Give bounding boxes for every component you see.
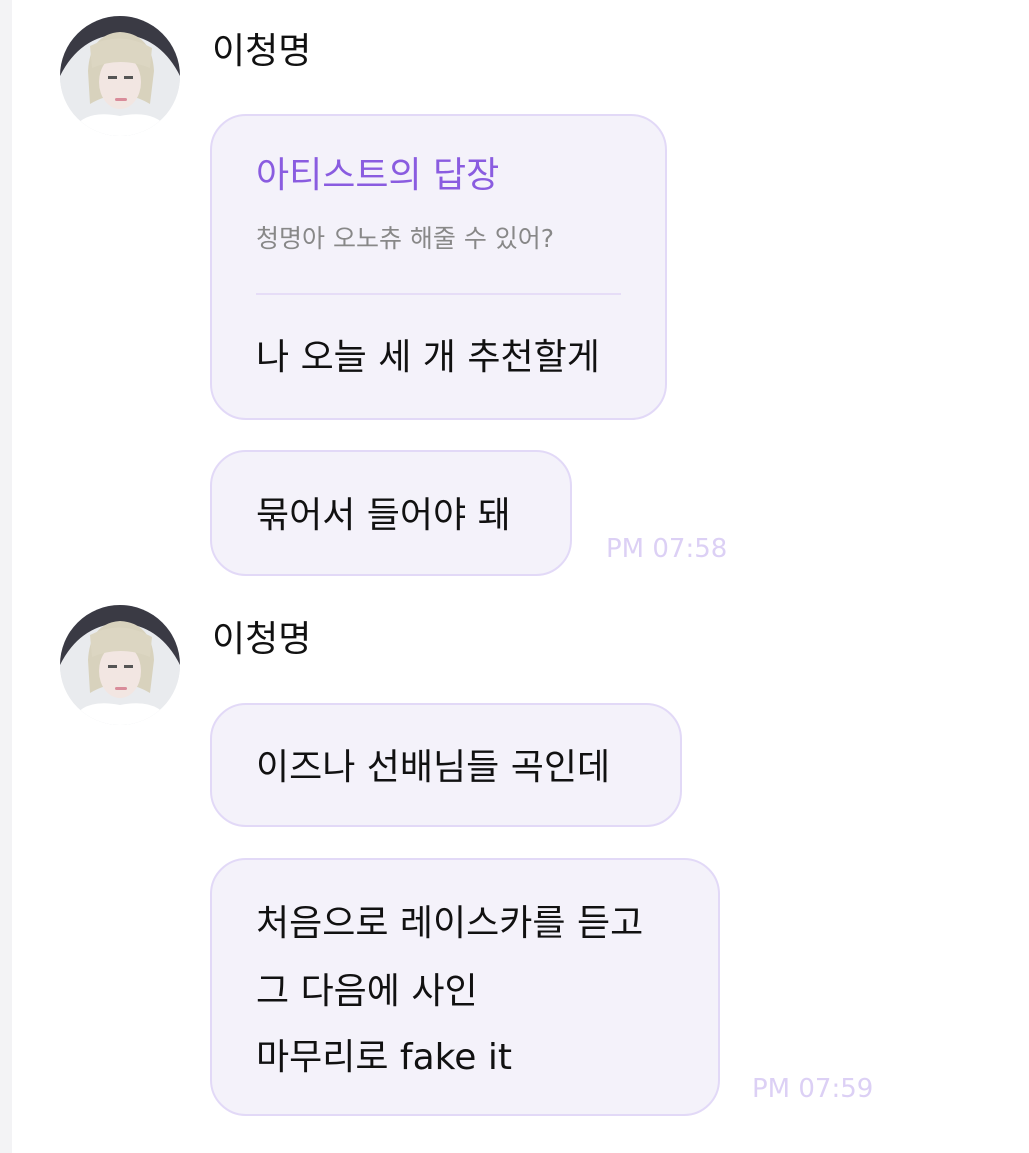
reply-bubble[interactable]: 아티스트의 답장 청명아 오노츄 해줄 수 있어? 나 오늘 세 개 추천할게 <box>210 114 667 420</box>
sender-name: 이청명 <box>212 31 312 72</box>
avatar-image <box>60 605 180 725</box>
avatar[interactable] <box>60 16 180 136</box>
message-line: 마무리로 fake it <box>256 1037 512 1078</box>
message-bubble[interactable]: 처음으로 레이스카를 듣고 그 다음에 사인 마무리로 fake it <box>210 858 720 1116</box>
reply-divider <box>256 293 621 295</box>
sender-name: 이청명 <box>212 619 312 660</box>
avatar[interactable] <box>60 605 180 725</box>
timestamp: PM 07:59 <box>752 1074 874 1104</box>
message-text: 이즈나 선배님들 곡인데 <box>256 747 611 788</box>
left-edge <box>0 0 12 1153</box>
timestamp: PM 07:58 <box>606 534 728 564</box>
quoted-message: 청명아 오노츄 해줄 수 있어? <box>256 224 555 253</box>
message-line: 처음으로 레이스카를 듣고 <box>256 903 644 944</box>
message-text: 나 오늘 세 개 추천할게 <box>256 337 600 378</box>
message-text: 묶어서 들어야 돼 <box>256 495 511 536</box>
avatar-image <box>60 16 180 136</box>
message-bubble[interactable]: 묶어서 들어야 돼 <box>210 450 572 576</box>
reply-title: 아티스트의 답장 <box>256 155 500 196</box>
message-bubble[interactable]: 이즈나 선배님들 곡인데 <box>210 703 682 827</box>
message-line: 그 다음에 사인 <box>256 971 478 1012</box>
